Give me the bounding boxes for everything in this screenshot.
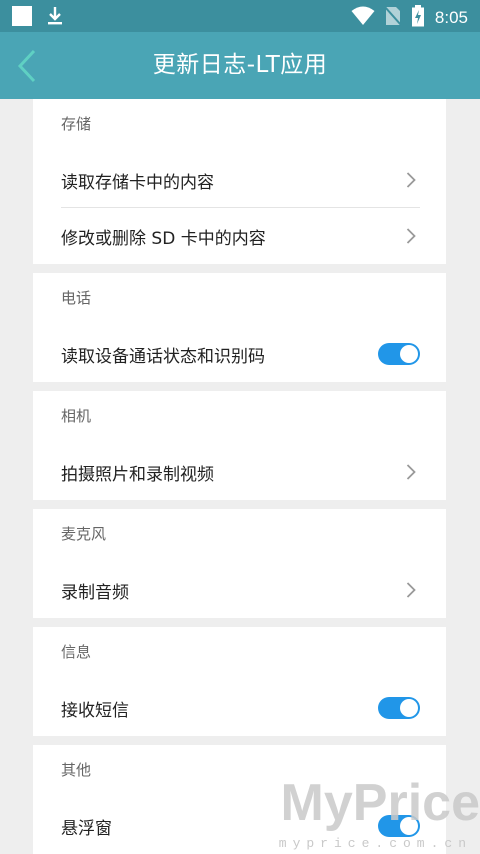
section-storage: 存储 读取存储卡中的内容 修改或删除 SD 卡中的内容 [33,99,446,264]
app-bar: 更新日志-LT应用 [0,32,480,99]
permission-row-receive-sms: 接收短信 [33,680,446,736]
status-time: 8:05 [434,8,468,27]
section-phone: 电话 读取设备通话状态和识别码 [33,273,446,382]
permission-label: 接收短信 [61,700,129,721]
permission-label: 读取设备通话状态和识别码 [61,346,265,367]
page-title: 更新日志-LT应用 [152,52,328,78]
chevron-right-icon [406,172,416,192]
permission-list: 存储 读取存储卡中的内容 修改或删除 SD 卡中的内容 电话 读取设备通话状态和… [33,99,446,854]
battery-charging-icon [411,5,425,31]
no-sim-icon [384,6,402,30]
permission-label: 读取存储卡中的内容 [61,172,214,193]
notification-square-icon [12,6,32,30]
wifi-icon [351,6,375,30]
download-icon [46,6,64,30]
section-microphone: 麦克风 录制音频 [33,509,446,618]
chevron-right-icon [406,582,416,602]
phone-state-toggle[interactable] [378,343,420,365]
permission-row-modify-sd[interactable]: 修改或删除 SD 卡中的内容 [33,208,446,264]
watermark: MyPrice [280,774,480,832]
section-camera: 相机 拍摄照片和录制视频 [33,391,446,500]
receive-sms-toggle[interactable] [378,697,420,719]
watermark-url: myprice.com.cn [278,836,472,851]
section-title: 存储 [61,115,92,133]
section-title: 麦克风 [61,525,107,543]
section-title: 信息 [61,643,92,661]
chevron-right-icon [406,464,416,484]
permission-label: 修改或删除 SD 卡中的内容 [61,228,266,249]
section-title: 相机 [61,407,92,425]
chevron-right-icon [406,228,416,248]
status-bar: 8:05 [0,0,480,32]
toggle-knob [400,345,418,363]
permission-label: 悬浮窗 [61,818,112,839]
permission-row-read-storage[interactable]: 读取存储卡中的内容 [33,152,446,208]
permission-row-record-audio[interactable]: 录制音频 [33,562,446,618]
section-title: 电话 [61,289,92,307]
permission-label: 拍摄照片和录制视频 [61,464,214,485]
permission-row-camera[interactable]: 拍摄照片和录制视频 [33,444,446,500]
permission-row-phone-state: 读取设备通话状态和识别码 [33,326,446,382]
permission-label: 录制音频 [61,582,129,603]
toggle-knob [400,699,418,717]
section-sms: 信息 接收短信 [33,627,446,736]
